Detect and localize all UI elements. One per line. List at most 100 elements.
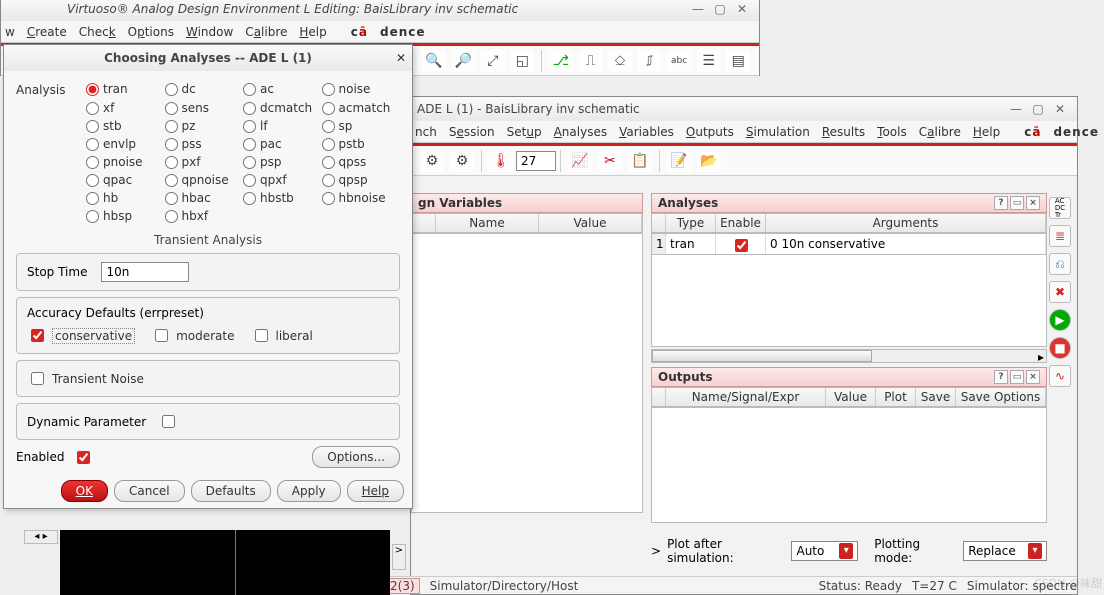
clipboard-icon[interactable]: 📋: [628, 150, 652, 172]
col-plot[interactable]: Plot: [876, 388, 916, 406]
ade-maximize-icon[interactable]: ▢: [1027, 97, 1049, 121]
undock-icon-2[interactable]: ▭: [1010, 370, 1024, 384]
schem-scroll-right[interactable]: >: [392, 544, 406, 570]
plot-wave-icon[interactable]: ∿: [1049, 365, 1071, 387]
delete-icon[interactable]: ✖: [1049, 281, 1071, 303]
wire-icon[interactable]: ⎇: [549, 50, 573, 72]
radio-noise[interactable]: noise: [322, 81, 401, 97]
minimize-icon[interactable]: —: [687, 0, 709, 21]
col-enable[interactable]: Enable: [716, 214, 766, 232]
menu-analyses[interactable]: Analyses: [554, 125, 608, 139]
form-icon[interactable]: ▤: [726, 50, 750, 72]
play-icon[interactable]: ▶: [1049, 309, 1071, 331]
undock-icon[interactable]: ▭: [1010, 196, 1024, 210]
ade-minimize-icon[interactable]: —: [1005, 97, 1027, 121]
label-icon[interactable]: abc: [667, 50, 691, 72]
radio-envlp[interactable]: envlp: [86, 137, 165, 151]
menu-session[interactable]: Session: [449, 125, 495, 139]
close-panel-icon[interactable]: ×: [1026, 196, 1040, 210]
close-panel-icon-2[interactable]: ×: [1026, 370, 1040, 384]
design-vars-body[interactable]: [411, 233, 643, 513]
menu-check[interactable]: Check: [79, 25, 116, 39]
zoom-in-icon[interactable]: 🔍: [422, 50, 446, 72]
radio-sens[interactable]: sens: [165, 101, 244, 115]
col-saveopt[interactable]: Save Options: [956, 388, 1046, 406]
col-value2[interactable]: Value: [826, 388, 876, 406]
cancel-button[interactable]: Cancel: [114, 480, 185, 502]
temperature-input[interactable]: [516, 151, 556, 171]
gear2-icon[interactable]: ⚙: [450, 150, 474, 172]
radio-hbxf[interactable]: hbxf: [165, 209, 244, 223]
radio-ac[interactable]: ac: [243, 81, 322, 97]
plot-mode-select[interactable]: Replace▾: [963, 541, 1047, 561]
plot-after-select[interactable]: Auto▾: [791, 541, 858, 561]
tree-icon[interactable]: ⎌: [1049, 253, 1071, 275]
thermometer-icon[interactable]: 🌡: [489, 150, 513, 172]
menu-variables[interactable]: Variables: [619, 125, 674, 139]
radio-psp[interactable]: psp: [243, 155, 322, 169]
menu-help[interactable]: Help: [299, 25, 326, 39]
defaults-button[interactable]: Defaults: [191, 480, 271, 502]
wire3-icon[interactable]: ⎐: [608, 50, 632, 72]
probe-icon[interactable]: ✂: [598, 150, 622, 172]
props-icon[interactable]: ≣: [1049, 225, 1071, 247]
wire2-icon[interactable]: ⎍: [579, 50, 603, 72]
radio-pstb[interactable]: pstb: [322, 137, 401, 151]
dialog-close-icon[interactable]: ✕: [396, 51, 406, 65]
radio-dc[interactable]: dc: [165, 81, 244, 97]
ade-close-icon[interactable]: ✕: [1049, 97, 1071, 121]
chk-transient-noise[interactable]: Transient Noise: [27, 369, 389, 388]
col-nse[interactable]: Name/Signal/Expr: [666, 388, 826, 406]
radio-pxf[interactable]: pxf: [165, 155, 244, 169]
maximize-icon[interactable]: ▢: [709, 0, 731, 21]
plot-icon[interactable]: 📈: [568, 150, 592, 172]
close-icon[interactable]: ✕: [731, 0, 753, 21]
help-button[interactable]: Help: [347, 480, 404, 502]
menu-calibre2[interactable]: Calibre: [919, 125, 961, 139]
radio-qpss[interactable]: qpss: [322, 155, 401, 169]
radio-sp[interactable]: sp: [322, 119, 401, 133]
chk-enabled[interactable]: [77, 451, 90, 464]
menu-outputs[interactable]: Outputs: [686, 125, 734, 139]
ade-titlebar[interactable]: ADE L (1) - BaisLibrary inv schematic — …: [411, 97, 1077, 121]
ok-button[interactable]: OK: [61, 480, 108, 502]
menu-help2[interactable]: Help: [973, 125, 1000, 139]
radio-hbstb[interactable]: hbstb: [243, 191, 322, 205]
menu-options[interactable]: Options: [128, 25, 174, 39]
analyses-scroll[interactable]: ▸: [651, 349, 1047, 363]
radio-hbsp[interactable]: hbsp: [86, 209, 165, 223]
radio-acmatch[interactable]: acmatch: [322, 101, 401, 115]
radio-tran[interactable]: tran: [86, 81, 165, 97]
col-save[interactable]: Save: [916, 388, 956, 406]
radio-pss[interactable]: pss: [165, 137, 244, 151]
dialog-titlebar[interactable]: Choosing Analyses -- ADE L (1) ✕: [4, 45, 412, 71]
menu-create[interactable]: Create: [27, 25, 67, 39]
device-icon[interactable]: ☰: [697, 50, 721, 72]
chk-moderate[interactable]: moderate: [151, 326, 234, 345]
wire4-icon[interactable]: ⎎: [638, 50, 662, 72]
options-button[interactable]: Options...: [312, 446, 400, 468]
menu-window[interactable]: Window: [186, 25, 233, 39]
radio-qpsp[interactable]: qpsp: [322, 173, 401, 187]
radio-pac[interactable]: pac: [243, 137, 322, 151]
radio-qpxf[interactable]: qpxf: [243, 173, 322, 187]
col-args[interactable]: Arguments: [766, 214, 1046, 232]
menu-w[interactable]: w: [5, 25, 15, 39]
help-icon-2[interactable]: ?: [994, 370, 1008, 384]
analyses-body[interactable]: [651, 255, 1047, 347]
menu-setup[interactable]: Setup: [507, 125, 542, 139]
col-value[interactable]: Value: [539, 214, 642, 232]
zoom-fit-icon[interactable]: ⤢: [481, 50, 505, 72]
menu-results[interactable]: Results: [822, 125, 865, 139]
radio-stb[interactable]: stb: [86, 119, 165, 133]
radio-dcmatch[interactable]: dcmatch: [243, 101, 322, 115]
zoom-select-icon[interactable]: ◱: [511, 50, 535, 72]
radio-lf[interactable]: lf: [243, 119, 322, 133]
apply-button[interactable]: Apply: [277, 480, 341, 502]
menu-tools[interactable]: Tools: [877, 125, 907, 139]
radio-pz[interactable]: pz: [165, 119, 244, 133]
menu-nch[interactable]: nch: [415, 125, 437, 139]
zoom-out-icon[interactable]: 🔎: [452, 50, 476, 72]
radio-hbac[interactable]: hbac: [165, 191, 244, 205]
menu-calibre[interactable]: Calibre: [245, 25, 287, 39]
